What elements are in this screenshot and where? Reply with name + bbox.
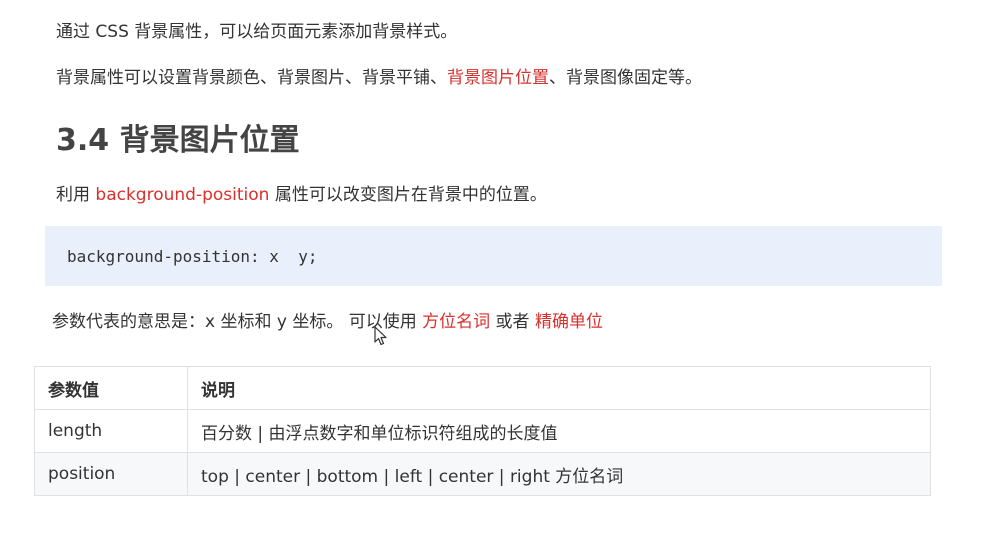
- section-heading: 3.4 背景图片位置: [56, 123, 300, 158]
- section-description: 利用 background-position 属性可以改变图片在背景中的位置。: [56, 183, 547, 207]
- intro-line-2: 背景属性可以设置背景颜色、背景图片、背景平铺、背景图片位置、背景图像固定等。: [56, 66, 702, 90]
- section-description-prefix: 利用: [56, 185, 96, 205]
- intro-line-2-suffix: 、背景图像固定等。: [549, 68, 702, 88]
- params-note-highlight-1: 方位名词: [422, 312, 491, 332]
- code-block: background-position: x y;: [45, 226, 942, 286]
- table-header-cell: 参数值: [34, 366, 188, 410]
- intro-line-2-prefix: 背景属性可以设置背景颜色、背景图片、背景平铺、: [56, 68, 447, 88]
- section-description-suffix: 属性可以改变图片在背景中的位置。: [269, 185, 547, 205]
- table-row: position top | center | bottom | left | …: [34, 452, 931, 496]
- params-note: 参数代表的意思是：x 坐标和 y 坐标。 可以使用 方位名词 或者 精确单位: [52, 310, 603, 334]
- params-note-prefix: 参数代表的意思是：x 坐标和 y 坐标。 可以使用: [52, 312, 423, 332]
- params-note-middle: 或者: [490, 312, 535, 332]
- code-snippet: background-position: x y;: [67, 246, 318, 266]
- params-table: 参数值 说明 length 百分数 | 由浮点数字和单位标识符组成的长度值 po…: [34, 366, 931, 496]
- intro-line-1: 通过 CSS 背景属性，可以给页面元素添加背景样式。: [56, 20, 457, 44]
- table-cell: position: [34, 452, 188, 496]
- table-header-row: 参数值 说明: [34, 366, 931, 410]
- table-cell: 百分数 | 由浮点数字和单位标识符组成的长度值: [187, 409, 931, 453]
- section-description-highlight: background-position: [95, 185, 270, 205]
- table-row: length 百分数 | 由浮点数字和单位标识符组成的长度值: [34, 409, 931, 453]
- table-cell: top | center | bottom | left | center | …: [187, 452, 931, 496]
- table-cell: length: [34, 409, 188, 453]
- table-header-cell: 说明: [187, 366, 931, 410]
- intro-line-2-highlight: 背景图片位置: [447, 68, 549, 88]
- mouse-pointer-icon: [374, 326, 387, 346]
- params-note-highlight-2: 精确单位: [534, 312, 603, 332]
- intro-line-1-text: 通过 CSS 背景属性，可以给页面元素添加背景样式。: [56, 22, 458, 42]
